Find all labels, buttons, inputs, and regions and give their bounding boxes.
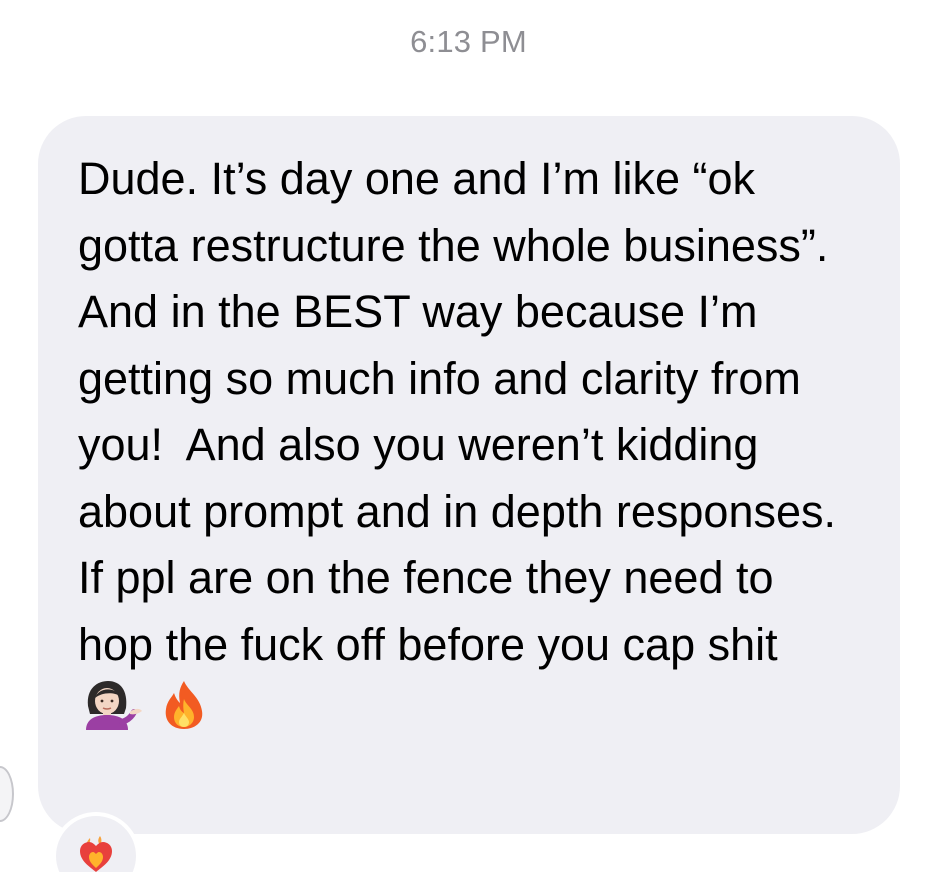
- message-text: Dude. It’s day one and I’m like “ok gott…: [78, 146, 860, 750]
- person-tipping-hand-icon: [78, 680, 144, 749]
- message-timestamp: 6:13 PM: [410, 24, 527, 59]
- heart-on-fire-icon: [76, 834, 116, 872]
- message-thread: 6:13 PM Dude. It’s day one and I’m like …: [0, 0, 937, 872]
- fire-icon: [158, 679, 210, 750]
- avatar[interactable]: [0, 766, 14, 822]
- message-emojis: [78, 678, 210, 749]
- message-body: Dude. It’s day one and I’m like “ok gott…: [78, 153, 849, 670]
- received-message-bubble[interactable]: Dude. It’s day one and I’m like “ok gott…: [38, 116, 900, 834]
